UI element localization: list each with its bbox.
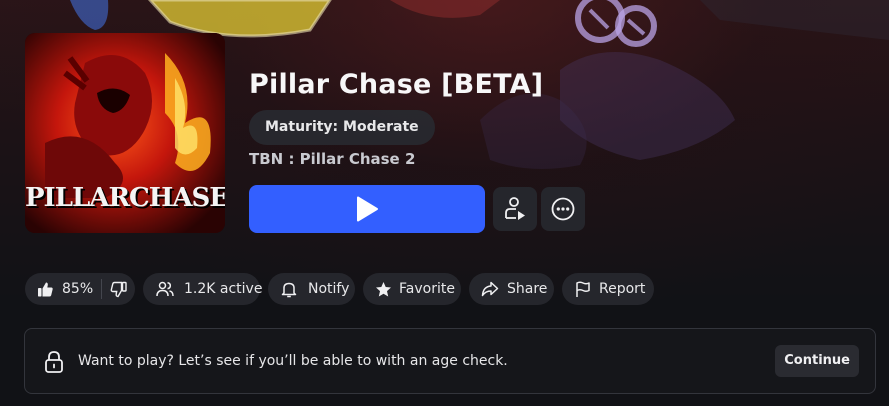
flag-icon bbox=[575, 281, 591, 298]
maturity-badge[interactable]: Maturity: Moderate bbox=[249, 110, 435, 145]
favorite-button[interactable]: Favorite bbox=[363, 273, 461, 305]
play-button[interactable] bbox=[249, 185, 485, 233]
share-arrow-icon bbox=[481, 281, 499, 297]
active-players-chip[interactable]: 1.2K active bbox=[143, 273, 263, 305]
play-icon bbox=[357, 196, 378, 222]
share-button[interactable]: Share bbox=[469, 273, 554, 305]
thumbs-up-icon[interactable] bbox=[37, 281, 54, 298]
people-icon bbox=[156, 281, 174, 297]
age-check-banner: Want to play? Let’s see if you’ll be abl… bbox=[24, 328, 876, 394]
share-label: Share bbox=[507, 281, 548, 297]
lock-icon bbox=[43, 350, 65, 378]
age-check-message: Want to play? Let’s see if you’ll be abl… bbox=[78, 353, 508, 369]
vote-divider bbox=[101, 279, 103, 299]
game-title: Pillar Chase [BETA] bbox=[249, 69, 544, 100]
person-play-icon bbox=[505, 197, 525, 220]
favorite-label: Favorite bbox=[399, 281, 455, 297]
game-thumbnail: PILLARCHASE bbox=[25, 33, 225, 233]
active-count: 1.2K active bbox=[184, 281, 263, 297]
like-percent: 85% bbox=[62, 281, 94, 297]
thumbnail-logo-text: PILLARCHASE bbox=[25, 183, 225, 213]
more-horizontal-icon bbox=[551, 197, 575, 221]
report-button[interactable]: Report bbox=[562, 273, 654, 305]
star-icon bbox=[375, 281, 392, 298]
notify-button[interactable]: Notify bbox=[268, 273, 355, 305]
bell-icon bbox=[281, 281, 297, 298]
notify-label: Notify bbox=[308, 281, 350, 297]
more-options-button[interactable] bbox=[541, 187, 585, 231]
play-with-friends-button[interactable] bbox=[493, 187, 537, 231]
report-label: Report bbox=[599, 281, 646, 297]
continue-button[interactable]: Continue bbox=[775, 345, 859, 377]
vote-chip: 85% bbox=[25, 273, 135, 305]
thumbs-down-icon[interactable] bbox=[110, 281, 127, 298]
creator-link[interactable]: TBN : Pillar Chase 2 bbox=[249, 150, 415, 168]
